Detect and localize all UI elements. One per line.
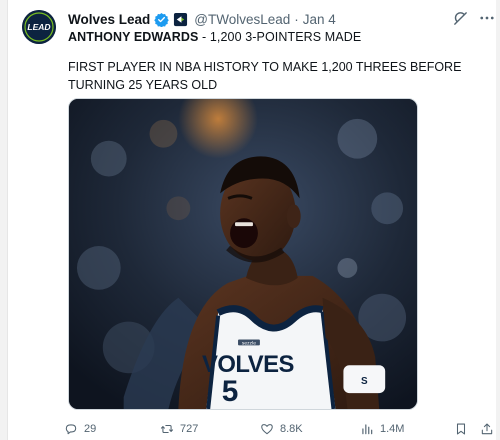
tweet-headline: ANTHONY EDWARDS - 1,200 3-POINTERS MADE xyxy=(68,30,361,44)
jersey-sponsor-text: sezzle xyxy=(242,340,256,346)
more-icon[interactable] xyxy=(478,9,496,27)
bookmark-button[interactable] xyxy=(454,420,468,438)
repost-icon xyxy=(160,424,174,434)
share-icon xyxy=(481,423,493,435)
affiliation-badge-icon[interactable] xyxy=(173,12,188,27)
reply-icon xyxy=(65,424,77,435)
window-right-edge xyxy=(496,0,500,440)
player-photo-illustration: sezzle VOLVES 5 S xyxy=(69,99,417,409)
views-count: 1.4M xyxy=(380,423,405,435)
avatar-text: LEAD xyxy=(27,22,50,32)
wristband-text: S xyxy=(361,376,368,387)
window-left-edge xyxy=(0,0,8,440)
jersey-team-text: VOLVES xyxy=(202,351,294,378)
like-count: 8.8K xyxy=(280,423,303,435)
views-button[interactable]: 1.4M xyxy=(360,420,404,438)
tweet-card[interactable]: LEAD Wolves Lead @TWolvesLead · Jan 4 AN… xyxy=(8,0,496,440)
separator-dot: · xyxy=(294,11,299,27)
bookmark-icon xyxy=(456,423,466,435)
jersey-number-text: 5 xyxy=(222,375,239,408)
repost-button[interactable]: 727 xyxy=(160,420,198,438)
grok-icon[interactable] xyxy=(452,10,469,27)
avatar-logo-icon: LEAD xyxy=(22,10,56,44)
tweet-action-bar: 29 727 8.8K 1.4M xyxy=(8,420,496,438)
account-name[interactable]: Wolves Lead xyxy=(68,12,150,27)
views-icon xyxy=(362,424,373,435)
reply-count: 29 xyxy=(84,423,97,435)
headline-stat: - 1,200 3-POINTERS MADE xyxy=(198,30,362,44)
avatar[interactable]: LEAD xyxy=(22,10,56,44)
tweet-photo[interactable]: sezzle VOLVES 5 S xyxy=(68,98,418,410)
headline-player-name: ANTHONY EDWARDS xyxy=(68,30,199,44)
like-button[interactable]: 8.8K xyxy=(260,420,303,438)
heart-icon xyxy=(261,424,273,435)
repost-count: 727 xyxy=(180,423,199,435)
account-handle[interactable]: @TWolvesLead xyxy=(194,12,290,27)
tweet-header: Wolves Lead @TWolvesLead · Jan 4 xyxy=(68,10,336,28)
tweet-body-text: FIRST PLAYER IN NBA HISTORY TO MAKE 1,20… xyxy=(68,60,462,92)
verified-badge-icon xyxy=(154,12,170,27)
reply-button[interactable]: 29 xyxy=(64,420,96,438)
tweet-date[interactable]: Jan 4 xyxy=(303,12,336,27)
share-button[interactable] xyxy=(480,420,494,438)
